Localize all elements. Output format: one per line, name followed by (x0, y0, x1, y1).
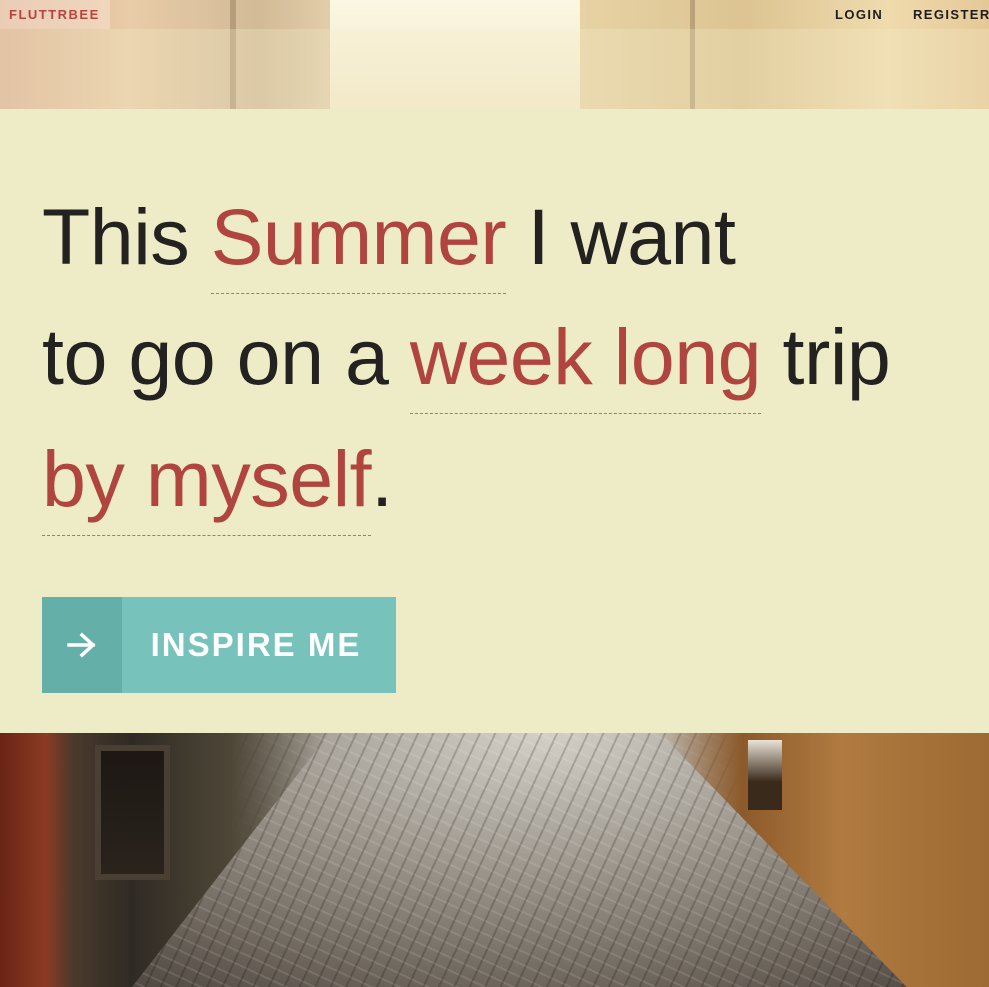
companion-picker[interactable]: by myself (42, 439, 372, 536)
arrow-right-icon (42, 597, 122, 693)
header-tint (0, 29, 989, 109)
sentence-text: . (371, 434, 393, 523)
inspire-me-button[interactable]: INSPIRE ME (42, 597, 396, 693)
top-nav-bar: FLUTTRBEE LOGIN REGISTER (0, 0, 989, 29)
login-link[interactable]: LOGIN (835, 0, 883, 29)
duration-picker[interactable]: week long (409, 317, 762, 414)
sentence-line-1: This Summer I want (42, 197, 736, 294)
alley-doorway (748, 740, 782, 810)
register-link[interactable]: REGISTER (913, 0, 989, 29)
sentence-text: This (42, 192, 211, 281)
sentence-text: to go on a (42, 312, 410, 401)
inspire-me-label: INSPIRE ME (150, 626, 362, 663)
sentence-text: trip (761, 312, 891, 401)
logo[interactable]: FLUTTRBEE (0, 0, 110, 29)
alley-window (95, 745, 170, 880)
sentence-line-2: to go on a week long trip (42, 317, 891, 414)
sentence-text: I want (506, 192, 736, 281)
sentence-line-3: by myself. (42, 439, 393, 536)
season-picker[interactable]: Summer (210, 197, 507, 294)
hero-panel: This Summer I want to go on a week long … (0, 109, 989, 733)
